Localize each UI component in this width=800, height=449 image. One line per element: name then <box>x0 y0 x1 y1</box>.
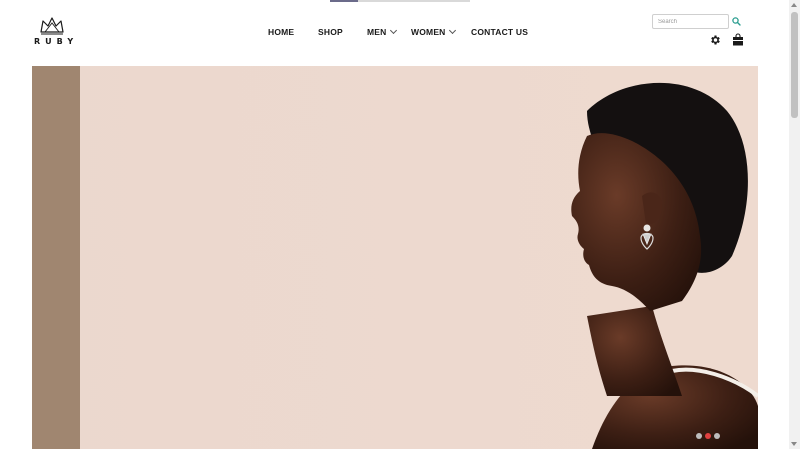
scroll-up-arrow-icon[interactable] <box>791 3 797 7</box>
search-icon[interactable] <box>731 16 742 27</box>
chevron-down-icon <box>389 26 397 35</box>
slider-dot-3[interactable] <box>714 433 720 439</box>
nav-men[interactable]: MEN <box>367 26 397 37</box>
nav-home[interactable]: HOME <box>268 27 294 37</box>
search-input[interactable] <box>652 14 729 29</box>
chevron-down-icon <box>448 26 456 35</box>
hero-banner[interactable] <box>32 66 758 449</box>
scrollbar-thumb[interactable] <box>791 12 798 118</box>
nav-home-label: HOME <box>268 27 295 37</box>
nav-contact-us-label: CONTACT US <box>471 27 529 37</box>
scroll-down-arrow-icon[interactable] <box>791 442 797 446</box>
nav-women-label: WOMEN <box>411 27 446 37</box>
main-navigation: HOME SHOP MEN WOMEN CONTACT US <box>0 26 800 41</box>
hero-slider-dots <box>696 433 720 439</box>
slider-dot-1[interactable] <box>696 433 702 439</box>
nav-shop[interactable]: SHOP <box>318 27 343 37</box>
slider-dot-2[interactable] <box>705 433 711 439</box>
shopping-bag-icon[interactable] <box>732 33 744 46</box>
page-scrollbar[interactable] <box>789 0 800 449</box>
page-loading-bar-fill <box>330 0 358 2</box>
page-loading-bar <box>330 0 470 2</box>
hero-model-image <box>571 82 758 449</box>
nav-women[interactable]: WOMEN <box>411 26 456 37</box>
nav-contact-us[interactable]: CONTACT US <box>471 27 528 37</box>
gear-icon[interactable] <box>709 34 721 46</box>
nav-shop-label: SHOP <box>318 27 343 37</box>
nav-men-label: MEN <box>367 27 387 37</box>
